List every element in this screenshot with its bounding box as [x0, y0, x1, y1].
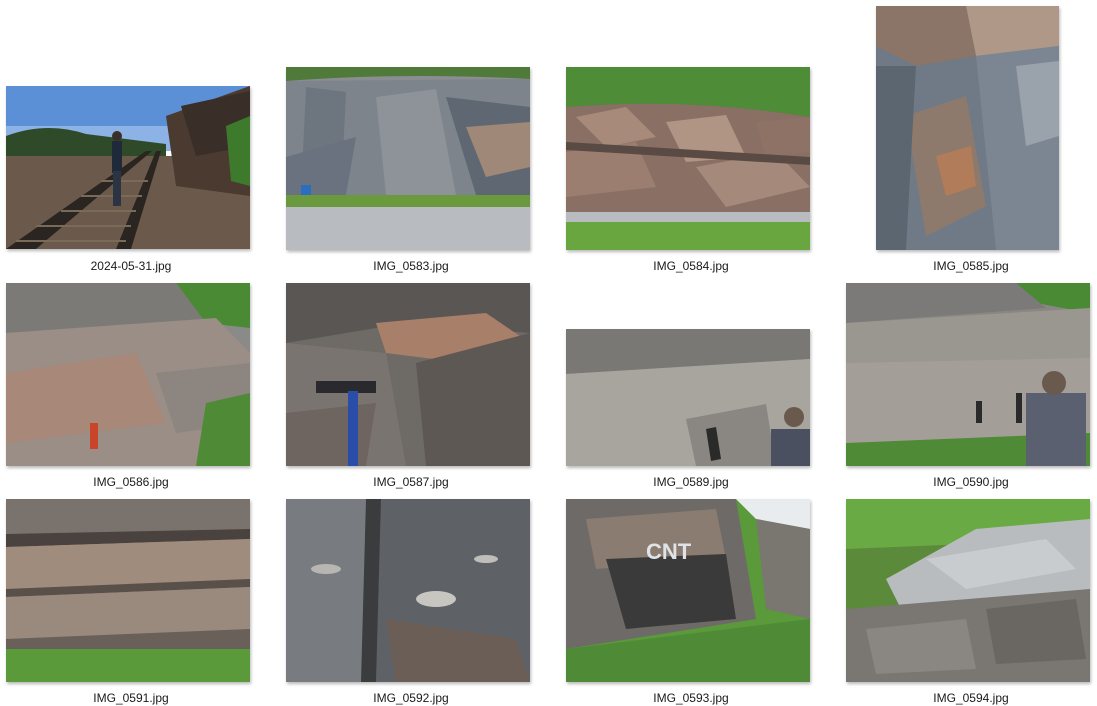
image-thumbnail[interactable]: [846, 499, 1090, 682]
file-name[interactable]: IMG_0583.jpg: [286, 259, 536, 273]
file-name[interactable]: IMG_0584.jpg: [566, 259, 816, 273]
file-name[interactable]: IMG_0592.jpg: [286, 691, 536, 705]
image-thumbnail[interactable]: [876, 6, 1059, 250]
image-thumbnail[interactable]: [286, 499, 530, 682]
file-name[interactable]: IMG_0585.jpg: [846, 259, 1096, 273]
image-thumbnail[interactable]: CNT: [566, 499, 810, 682]
image-thumbnail[interactable]: [286, 283, 530, 466]
image-thumbnail[interactable]: [846, 283, 1090, 466]
file-name[interactable]: IMG_0587.jpg: [286, 475, 536, 489]
file-name[interactable]: 2024-05-31.jpg: [6, 259, 256, 273]
image-thumbnail[interactable]: [286, 67, 530, 250]
file-name[interactable]: IMG_0586.jpg: [6, 475, 256, 489]
image-thumbnail[interactable]: [6, 499, 250, 682]
file-name[interactable]: IMG_0589.jpg: [566, 475, 816, 489]
image-thumbnail[interactable]: [6, 86, 250, 249]
file-name[interactable]: IMG_0594.jpg: [846, 691, 1096, 705]
file-name[interactable]: IMG_0591.jpg: [6, 691, 256, 705]
file-name[interactable]: IMG_0593.jpg: [566, 691, 816, 705]
file-thumbnail-grid: 2024-05-31.jpg IMG_0583.jpg IMG_0584.jpg…: [0, 0, 1097, 706]
image-thumbnail[interactable]: [566, 329, 810, 466]
svg-text:CNT: CNT: [646, 539, 692, 564]
file-name[interactable]: IMG_0590.jpg: [846, 475, 1096, 489]
image-thumbnail[interactable]: [6, 283, 250, 466]
image-thumbnail[interactable]: [566, 67, 810, 250]
